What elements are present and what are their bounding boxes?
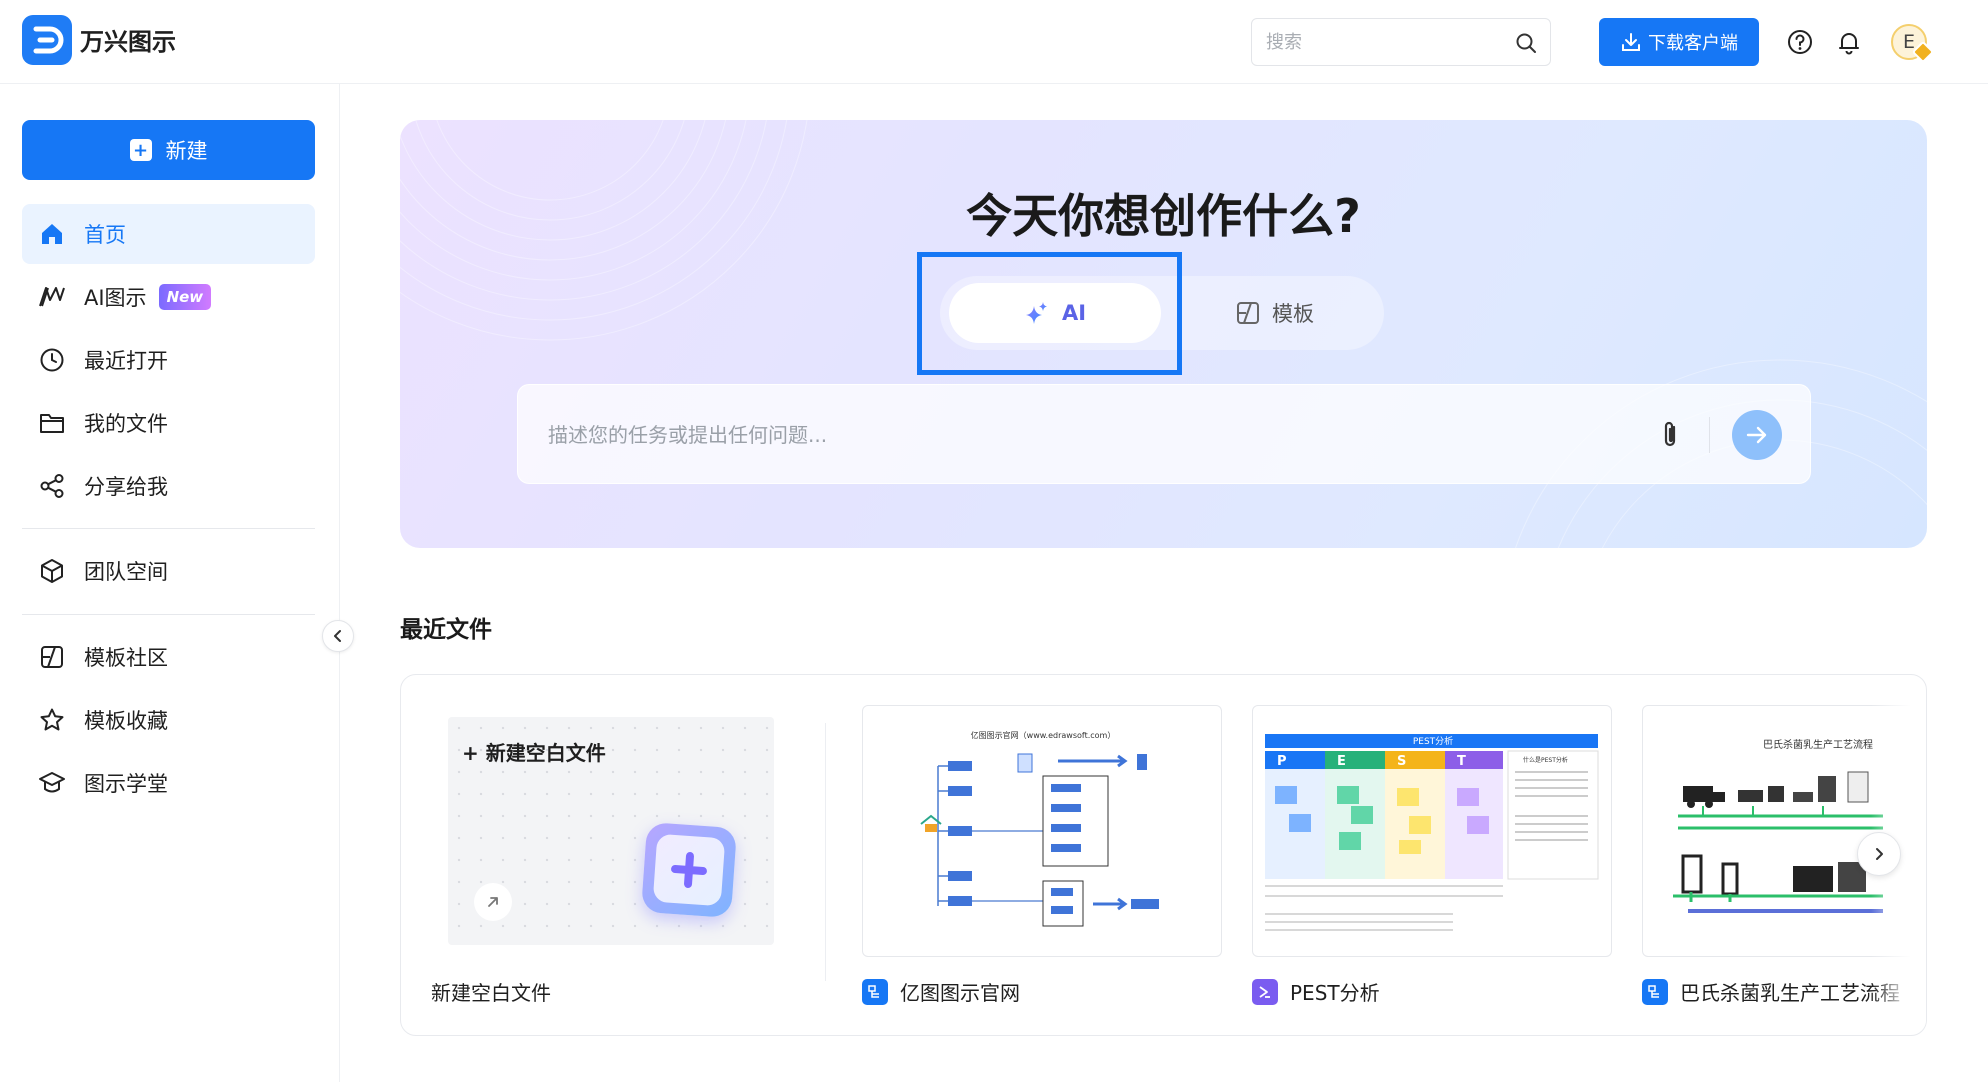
sidebar-item-template-community[interactable]: 模板社区 [22,627,315,687]
open-arrow-icon [474,883,512,921]
sidebar-item-recent[interactable]: 最近打开 [22,330,315,390]
thumbnail-pest: PEST分析 P E S T 什么是PEST分析 [1265,734,1599,931]
bell-icon[interactable] [1835,28,1863,56]
svg-text:巴氏杀菌乳生产工艺流程: 巴氏杀菌乳生产工艺流程 [1763,738,1873,751]
file-thumbnail[interactable]: 亿图图示官网（www.edrawsoft.com） [862,705,1222,957]
file-name-row[interactable]: 亿图图示官网 [862,977,1020,1006]
search-icon[interactable] [1514,31,1538,55]
send-button[interactable] [1732,410,1782,460]
download-client-button[interactable]: 下载客户端 [1599,18,1759,66]
folder-icon [38,409,66,437]
sidebar-item-academy[interactable]: 图示学堂 [22,753,315,813]
sidebar-item-label: 模板社区 [84,646,168,670]
cube-icon [38,557,66,585]
brand-name: 万兴图示 [80,28,176,56]
file-name-row[interactable]: PEST分析 [1252,977,1380,1006]
search-box[interactable] [1251,18,1551,66]
hero-title: 今天你想创作什么? [966,189,1361,243]
chevron-left-icon [334,630,341,642]
download-label: 下载客户端 [1648,33,1738,54]
sidebar-divider [22,528,315,529]
ai-diagram-icon [38,283,66,311]
pest-file-icon [1252,978,1278,1005]
file-thumbnail[interactable]: PEST分析 P E S T 什么是PEST分析 [1252,705,1612,957]
sidebar-item-my-files[interactable]: 我的文件 [22,393,315,453]
sidebar: + 新建 首页 AI图示 New 最近打开 我的文件 分享给我 团队空间 模板社… [0,84,340,1082]
plus-icon: + [129,139,152,161]
sidebar-item-label: 最近打开 [84,349,168,373]
prompt-separator [1709,417,1710,453]
blank-card-label: + 新建空白文件 [462,741,606,765]
chevron-right-icon [1876,848,1883,860]
new-button-label: 新建 [165,139,208,163]
app-logo[interactable] [22,15,72,65]
prompt-bar [517,384,1811,485]
svg-text:PEST分析: PEST分析 [1413,735,1453,747]
file-name: 亿图图示官网 [900,981,1020,1005]
org-file-icon [862,978,888,1005]
clock-icon [38,346,66,374]
share-icon [38,472,66,500]
sidebar-item-home[interactable]: 首页 [22,204,315,264]
help-icon[interactable] [1786,28,1814,56]
svg-text:亿图图示官网（www.edrawsoft.com）: 亿图图示官网（www.edrawsoft.com） [971,730,1116,740]
thumbnail-flowchart: 亿图图示官网（www.edrawsoft.com） [920,730,1159,927]
search-input[interactable] [1266,19,1506,65]
sidebar-item-ai-diagram[interactable]: AI图示 New [22,267,315,327]
file-name-row[interactable]: 巴氏杀菌乳生产工艺流程 [1642,977,1900,1006]
card-separator [825,723,826,981]
sidebar-item-label: 模板收藏 [84,709,168,733]
sidebar-item-label: 图示学堂 [84,772,168,796]
sidebar-item-team-space[interactable]: 团队空间 [22,541,315,601]
template-icon [38,643,66,671]
sidebar-item-label: AI图示 [84,286,147,310]
paperclip-icon[interactable] [1658,419,1682,451]
graduation-cap-icon [38,769,66,797]
svg-text:T: T [1457,754,1466,769]
sidebar-item-label: 团队空间 [84,560,168,584]
svg-text:P: P [1277,754,1287,769]
collapse-sidebar-button[interactable] [322,620,354,652]
tab-template[interactable]: 模板 [1170,283,1380,343]
scroll-next-button[interactable] [1857,832,1901,876]
new-blank-file-card[interactable]: + 新建空白文件 [448,717,774,945]
recent-files-title: 最近文件 [400,617,492,643]
sidebar-item-template-favorites[interactable]: 模板收藏 [22,690,315,750]
download-icon [1622,33,1640,51]
big-plus-icon [640,821,738,919]
star-icon [38,706,66,734]
svg-text:什么是PEST分析: 什么是PEST分析 [1523,756,1568,764]
highlight-box [917,252,1182,375]
logo-icon [33,26,64,54]
sidebar-item-shared[interactable]: 分享给我 [22,456,315,516]
arrow-right-icon [1746,426,1767,444]
file-name: 巴氏杀菌乳生产工艺流程 [1680,981,1900,1005]
file-name[interactable]: 新建空白文件 [431,977,551,1006]
sidebar-item-label: 分享给我 [84,475,168,499]
svg-text:S: S [1397,754,1406,769]
top-header: 万兴图示 下载客户端 E [0,0,1988,84]
prompt-input[interactable] [548,385,1628,485]
file-name: PEST分析 [1290,981,1380,1005]
new-badge: New [158,284,212,310]
tab-template-label: 模板 [1272,302,1314,326]
org-file-icon [1642,978,1668,1005]
sidebar-item-label: 我的文件 [84,412,168,436]
sidebar-item-label: 首页 [84,223,126,247]
template-icon [1237,302,1259,324]
new-button[interactable]: + 新建 [22,120,315,180]
sidebar-divider [22,614,315,615]
svg-text:E: E [1337,754,1346,769]
home-icon [38,220,66,248]
recent-files-panel: + 新建空白文件 新建空白文件 亿图图示官网（www.edrawsoft.com… [400,674,1927,1036]
